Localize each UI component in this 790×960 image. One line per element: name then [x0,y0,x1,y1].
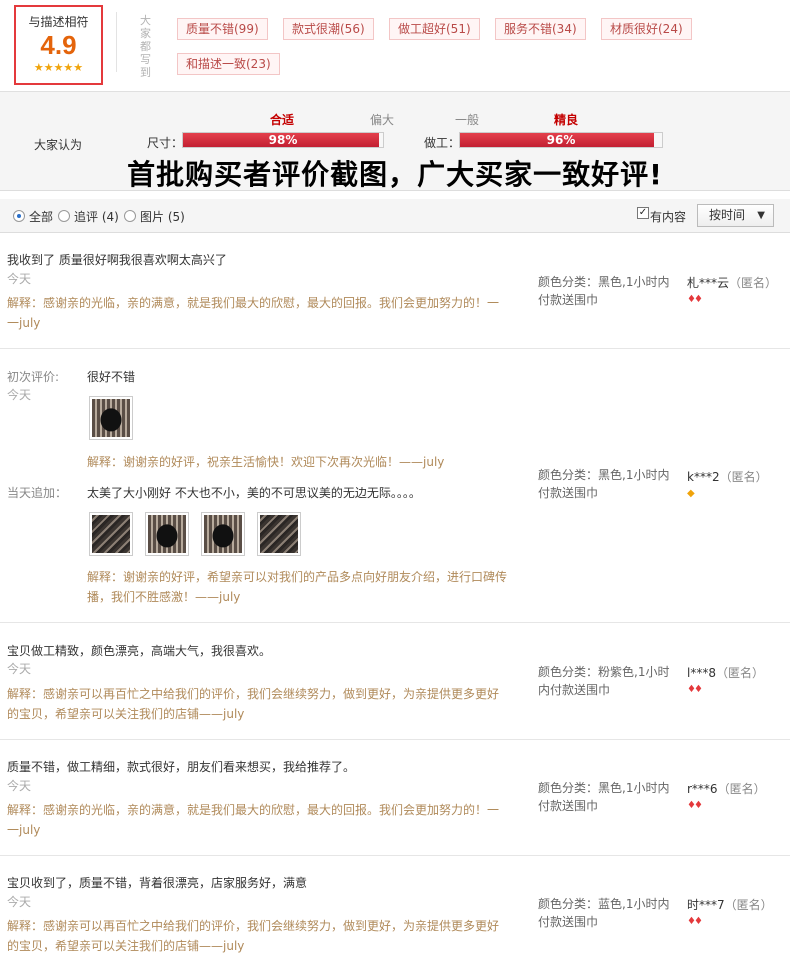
first-review-label: 初次评价: [7,370,60,384]
review-text: 宝贝做工精致，颜色漂亮，高端大气，我很喜欢。 [7,644,272,658]
size-scale-left: 合适 [270,113,295,127]
rating-summary: 与描述相符 4.9 ★★★★★ [14,5,103,85]
heart-badge-icon: ♦♦ [687,916,703,927]
work-scale-right: 精良 [554,113,579,127]
seller-reply: 解释：感谢亲可以再百忙之中给我们的评价，我们会继续努力，做到更好，为亲提供更多更… [7,687,500,721]
review-item: 宝贝收到了，质量不错，背着很漂亮，店家服务好，满意 今天 解释：感谢亲可以再百忙… [0,856,790,960]
tag-as-described[interactable]: 和描述一致(23) [177,53,280,75]
radio-followup[interactable] [58,210,70,222]
reviewer-name[interactable]: r***6（匿名） [687,780,766,797]
tag-style[interactable]: 款式很潮(56) [283,18,374,40]
size-scale-right: 偏大 [370,113,395,127]
review-text: 很好不错 [87,370,136,384]
review-date: 今天 [7,895,32,909]
seller-reply: 解释：谢谢亲的好评，祝亲生活愉快！欢迎下次再次光临！——july [87,455,445,469]
review-item: 宝贝做工精致，颜色漂亮，高端大气，我很喜欢。 今天 解释：感谢亲可以再百忙之中给… [0,623,790,740]
tag-quality[interactable]: 质量不错(99) [177,18,268,40]
review-photo[interactable] [145,512,189,556]
heart-badge-icon: ♦♦ [687,294,703,305]
append-review-text: 太美了大小刚好 不大也不小，美的不可思议美的无边无际。。。。 [87,486,421,500]
sort-dropdown[interactable]: 按时间 ▼ [697,204,774,227]
work-bar: 96% [459,132,663,148]
filter-followup-label[interactable]: 追评 (4) [74,208,119,225]
size-bar: 98% [182,132,384,148]
tags-heading: 大家都写到 [140,14,151,79]
review-text: 我收到了 质量很好啊我很喜欢啊太高兴了 [7,253,227,267]
size-label: 尺寸： [147,136,184,150]
review-text: 质量不错，做工精细，款式很好，朋友们看来想买，我给推荐了。 [7,760,356,774]
review-text: 宝贝收到了，质量不错，背着很漂亮，店家服务好，满意 [7,876,308,890]
review-item: 质量不错，做工精细，款式很好，朋友们看来想买，我给推荐了。 今天 解释：感谢亲的… [0,740,790,856]
radio-all[interactable] [13,210,25,222]
filter-all-label[interactable]: 全部 [29,208,53,225]
sku-info: 颜色分类：黑色,1小时内付款送围巾 [538,781,670,813]
review-date: 今天 [7,388,32,402]
chevron-down-icon: ▼ [757,210,765,221]
sku-info: 颜色分类：粉紫色,1小时内付款送围巾 [538,665,670,697]
filter-pics-label[interactable]: 图片 (5) [140,208,185,225]
work-value: 96% [546,133,576,147]
review-date: 今天 [7,662,32,676]
radio-pics[interactable] [124,210,136,222]
review-photo[interactable] [257,512,301,556]
divider [116,12,117,72]
reviewer-name[interactable]: 札***云（匿名） [687,274,777,291]
seller-reply: 解释：感谢亲可以再百忙之中给我们的评价，我们会继续努力，做到更好，为亲提供更多更… [7,919,500,953]
size-value: 98% [268,133,298,147]
diamond-badge-icon: ◆ [687,488,695,499]
seller-reply: 解释：感谢亲的光临，亲的满意，就是我们最大的欣慰，最大的回报。我们会更加努力的！… [7,803,500,837]
sku-info: 颜色分类：蓝色,1小时内付款送围巾 [538,897,670,929]
star-rating-icon: ★★★★★ [33,61,84,74]
sort-label: 按时间 [709,208,746,222]
review-date: 今天 [7,779,32,793]
heart-badge-icon: ♦♦ [687,800,703,811]
tag-material[interactable]: 材质很好(24) [601,18,692,40]
has-content-checkbox[interactable]: ✓ [637,207,649,219]
seller-reply: 解释：感谢亲的光临，亲的满意，就是我们最大的欣慰，最大的回报。我们会更加努力的！… [7,296,500,330]
reviewer-name[interactable]: 时***7（匿名） [687,896,773,913]
review-photo[interactable] [201,512,245,556]
review-date: 今天 [7,272,32,286]
review-item: 初次评价: 今天 很好不错 解释：谢谢亲的好评，祝亲生活愉快！欢迎下次再次光临！… [0,349,790,623]
work-label: 做工： [424,136,461,150]
consensus-heading: 大家认为 [34,138,83,152]
heart-badge-icon: ♦♦ [687,684,703,695]
review-photo[interactable] [89,396,133,440]
tag-service[interactable]: 服务不错(34) [495,18,586,40]
rating-score: 4.9 [40,30,77,60]
review-item: 我收到了 质量很好啊我很喜欢啊太高兴了 今天 解释：感谢亲的光临，亲的满意，就是… [0,234,790,349]
append-review-label: 当天追加： [7,486,68,500]
promo-banner: 首批购买者评价截图，广大买家一致好评! [127,158,663,191]
append-seller-reply: 解释：谢谢亲的好评，希望亲可以对我们的产品多点向好朋友介绍，进行口碑传播，我们不… [87,570,508,604]
reviewer-name[interactable]: l***8（匿名） [687,664,764,681]
review-photo[interactable] [89,512,133,556]
tag-workmanship[interactable]: 做工超好(51) [389,18,480,40]
sku-info: 颜色分类：黑色,1小时内付款送围巾 [538,468,670,500]
filter-bar: 全部 追评 (4) 图片 (5) ✓ 有内容 按时间 ▼ [0,199,790,233]
work-scale-left: 一般 [455,113,480,127]
reviewer-name[interactable]: k***2（匿名） [687,468,768,485]
has-content-label[interactable]: 有内容 [650,208,686,225]
rating-label: 与描述相符 [28,15,89,29]
sku-info: 颜色分类：黑色,1小时内付款送围巾 [538,275,670,307]
